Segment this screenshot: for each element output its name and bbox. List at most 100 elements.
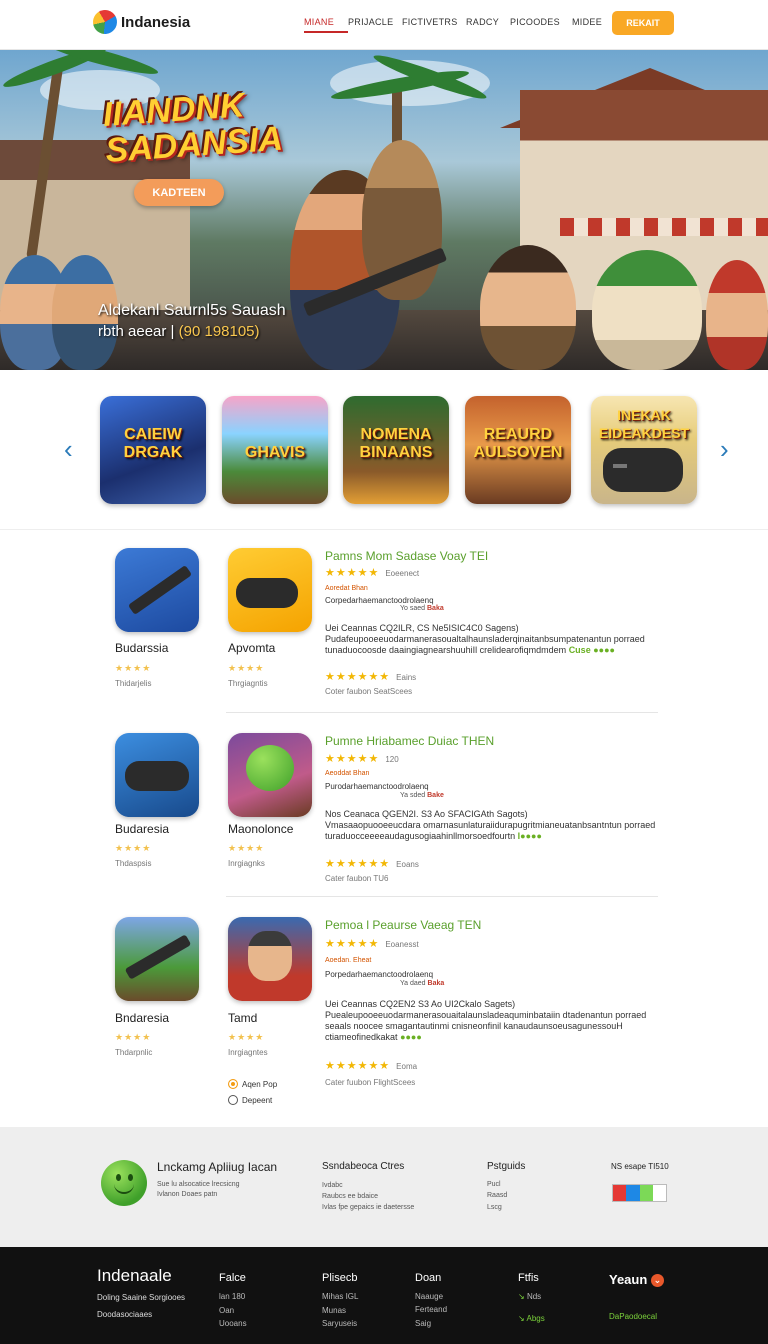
hero-subtitle-highlight: (90 198105) — [178, 323, 260, 340]
app-icon-5[interactable] — [115, 917, 199, 1001]
footer-link[interactable]: lan 180 — [219, 1292, 245, 1301]
footer-link[interactable]: Munas — [322, 1306, 346, 1315]
eye — [128, 1174, 133, 1181]
row-stars: ★★★★★ — [325, 753, 380, 765]
footer-brand: Indenaale — [97, 1266, 172, 1285]
row-title[interactable]: Pumne Hriabamec Duiac THEN — [325, 734, 494, 748]
chevron-down-icon: ⌄ — [650, 1274, 664, 1288]
nav-item-5[interactable]: PICOODES — [510, 17, 572, 33]
row-title[interactable]: Pamns Mom Sadase Voay TEI — [325, 549, 488, 563]
hero-subtitle: Aldekanl Saurnl5s Sauash — [98, 302, 286, 319]
desc-line: tunaduocoosde daaingiagnearshuuhiIl crel… — [325, 645, 665, 656]
smile — [114, 1184, 134, 1194]
row-tag: Aoredat Bhan — [325, 585, 368, 592]
carousel-tile-5[interactable]: INEKAK EIDEAKDEST — [591, 396, 697, 504]
carousel-prev-icon[interactable]: ‹ — [64, 436, 73, 462]
footer-col-heading: Ftfis — [518, 1272, 539, 1284]
footer-link[interactable]: ↘ Abgs — [518, 1314, 545, 1323]
row-footer: Cater fuubon FlightScees — [325, 1078, 416, 1087]
carousel-tile-4[interactable]: REAURD AULSOVEN — [465, 396, 571, 504]
desc-line: Uei Ceannas CQ2EN2 S3 Ao UI2Ckalo Sagets… — [325, 999, 516, 1009]
flag-stripe — [639, 1185, 653, 1201]
row-title[interactable]: Pemoa l Peaurse Vaeag TEN — [325, 918, 481, 932]
row-publisher: Corpedarhaemanctoodrolaenq — [325, 596, 434, 605]
footer-link[interactable]: Ferteand — [415, 1305, 447, 1314]
prefooter-link[interactable]: Raubcs ee bdaice — [322, 1193, 378, 1200]
prefooter-title: Lnckamg Apliiug Iacan — [157, 1160, 278, 1174]
footer-link[interactable]: Saig — [415, 1319, 431, 1328]
desc-line: Pudafeupooeeuodarmanerasoualtalhaunslade… — [325, 634, 645, 644]
language-flag-selector[interactable] — [612, 1184, 667, 1202]
footer-link[interactable]: Mihas IGL — [322, 1292, 358, 1301]
eye — [116, 1174, 121, 1181]
app-stars: ★★★★ — [115, 843, 152, 853]
desc-line-text: tunaduocoosde daaingiagnearshuuhiIl crel… — [325, 645, 567, 655]
game-carousel: ‹ CAIEIW DRGAK GHAVIS NOMENA BINAANS REA… — [0, 370, 768, 530]
app-subtitle: Thdaspsis — [115, 859, 152, 868]
carousel-tile-2[interactable]: GHAVIS — [222, 396, 328, 504]
row-meta: Ya daed Baka — [400, 980, 444, 987]
tile-title: CAIEIW DRGAK — [123, 426, 183, 461]
carousel-tile-3[interactable]: NOMENA BINAANS — [343, 396, 449, 504]
radio-option-1[interactable]: Aqen Pop — [228, 1079, 277, 1089]
footer-brand-text: Doodasociaaes — [97, 1310, 153, 1319]
desc-highlight: Cuse ●●●● — [568, 645, 615, 655]
prefooter-col-heading: Ssndabeoca Ctres — [322, 1161, 405, 1172]
soldier-icon — [248, 931, 292, 981]
gamepad-icon — [603, 448, 683, 492]
prefooter-col-heading: NS esape TI510 — [611, 1162, 669, 1171]
app-icon-2[interactable] — [228, 548, 312, 632]
desc-line: Puealeupooeeuodarmanerasouaitalaunsladea… — [325, 1010, 647, 1020]
nav-item-2[interactable]: PRIJACLE — [348, 17, 402, 33]
carousel-next-icon[interactable]: › — [720, 436, 729, 462]
nav-item-6[interactable]: MIDEE — [572, 17, 612, 33]
nav-item-3[interactable]: FICTIVETRS — [402, 17, 466, 33]
tile-title: NOMENA BINAANS — [359, 426, 433, 461]
desc-line: Nos Ceanaca QGEN2I. S3 Ao SFACIGAth Sago… — [325, 809, 528, 819]
brand-name: Indanesia — [121, 13, 191, 31]
footer-link[interactable]: ↘ Nds — [518, 1292, 541, 1301]
carousel-tile-1[interactable]: CAIEIW DRGAK — [100, 396, 206, 504]
row-rating: ★★★★★ 120 — [325, 752, 399, 765]
row-stars-2: ★★★★★★ — [325, 858, 391, 870]
prefooter-link[interactable]: Raasd — [487, 1192, 507, 1199]
footer-link[interactable]: Saryuseis — [322, 1319, 357, 1328]
app-icon-4[interactable] — [228, 733, 312, 817]
app-icon-6[interactable] — [228, 917, 312, 1001]
tile-title: REAURD AULSOVEN — [473, 426, 563, 461]
prefooter-link[interactable]: Pucl — [487, 1181, 501, 1188]
prefooter-link[interactable]: Ivdabc — [322, 1182, 343, 1189]
row-footer: Coter faubon SeatScees — [325, 687, 413, 696]
row-meta-badge: Baka — [427, 980, 445, 987]
footer-link[interactable]: Naauge — [415, 1292, 443, 1301]
footer-yeaun-badge[interactable]: Yeaun ⌄ — [609, 1272, 664, 1288]
footer-link-bullet-icon: ↘ — [518, 1292, 527, 1301]
footer-col-heading: Falce — [219, 1272, 246, 1284]
footer-link[interactable]: Uooans — [219, 1319, 247, 1328]
app-icon-1[interactable] — [115, 548, 199, 632]
app-name: Budaresia — [115, 822, 170, 836]
hero-subtitle-prefix: rbth aeear | — [98, 323, 175, 340]
app-subtitle: Inrgiagnks — [228, 859, 265, 868]
row-meta-text: Yo saed — [400, 605, 426, 612]
nav-item-1[interactable]: MIANE — [304, 17, 348, 33]
footer-yeaun-text: Yeaun — [609, 1272, 648, 1287]
footer-link[interactable]: Oan — [219, 1306, 234, 1315]
footer-yeaun-sub: DaPaodoecal — [609, 1312, 658, 1321]
nav-item-4[interactable]: RADCY — [466, 17, 510, 33]
prefooter-link[interactable]: Lscg — [487, 1204, 502, 1211]
hero-cta-button[interactable]: KADTEEN — [134, 179, 224, 206]
prefooter-text: Sue lu alsocatice lrecsicng — [157, 1181, 240, 1188]
flag-stripe — [626, 1185, 640, 1201]
row-rating-count: Eoanesst — [385, 940, 419, 949]
desc-highlight: I●●●● — [517, 831, 542, 841]
radio-option-2[interactable]: Depeent — [228, 1095, 272, 1105]
main-nav: MIANE PRIJACLE FICTIVETRS RADCY PICOODES… — [304, 17, 612, 33]
row-tag: Aoedan. Eheat — [325, 957, 372, 964]
row-rating: ★★★★★ Eoanesst — [325, 937, 419, 950]
header-cta-button[interactable]: REKAIT — [612, 11, 674, 35]
desc-highlight: ●●●● — [400, 1032, 422, 1042]
prefooter-link[interactable]: Ivlas fpe gepaics ie daetersse — [322, 1204, 414, 1211]
app-icon-3[interactable] — [115, 733, 199, 817]
brand-logo[interactable]: Indanesia — [88, 5, 191, 39]
